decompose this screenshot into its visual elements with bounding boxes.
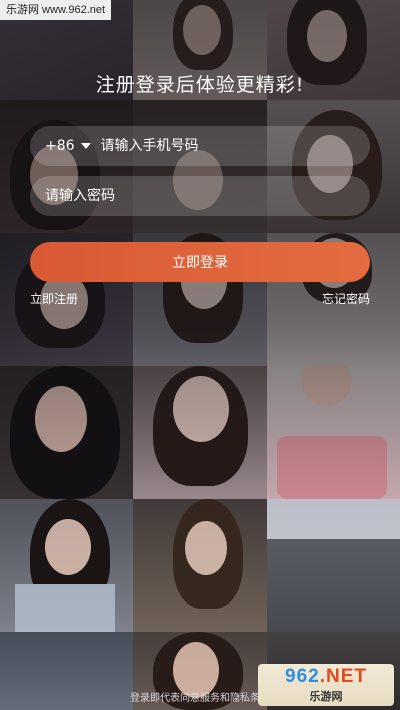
country-code-selector[interactable]: +86 <box>45 138 101 154</box>
watermark-logo-suffix: .NET <box>319 666 367 687</box>
country-code-label: +86 <box>45 138 75 154</box>
watermark-logo: 962.NET <box>285 666 367 688</box>
watermark-bottom: 962.NET 乐游网 <box>258 664 394 706</box>
phone-field[interactable]: +86 <box>30 126 370 166</box>
login-button[interactable]: 立即登录 <box>30 242 370 282</box>
phone-input[interactable] <box>100 138 321 154</box>
register-link[interactable]: 立即注册 <box>30 290 78 307</box>
password-input[interactable] <box>45 188 265 204</box>
watermark-sub: 乐游网 <box>309 690 343 703</box>
forgot-password-link[interactable]: 忘记密码 <box>322 290 370 307</box>
chevron-down-icon <box>80 143 91 149</box>
watermark-logo-number: 962 <box>285 666 320 687</box>
page-title: 注册登录后体验更精彩! <box>95 74 305 96</box>
password-field[interactable] <box>30 176 370 216</box>
watermark-top: 乐游网 www.962.net <box>0 0 112 20</box>
background-dim-overlay <box>0 0 400 710</box>
